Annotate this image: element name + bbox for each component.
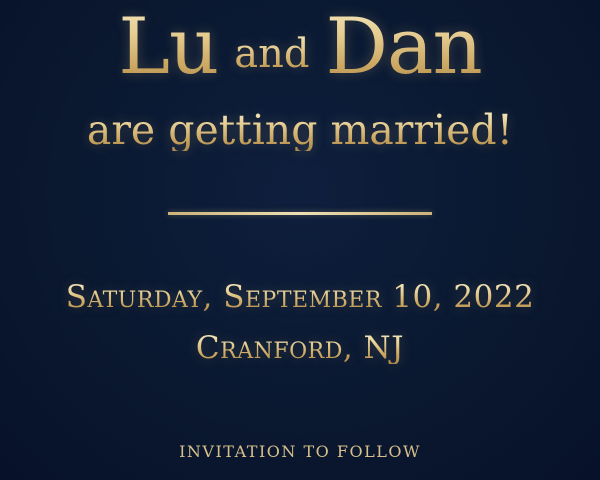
event-date: Saturday, September 10, 2022 [0,282,600,313]
couple-names: Lu and Dan [0,8,600,86]
invitation-note: INVITATION TO FOLLOW [179,442,421,461]
name-second: Dan [325,2,482,92]
save-the-date-card: Lu and Dan are getting married! Saturday, … [0,0,600,480]
announcement-subtitle: are getting married! [0,110,600,151]
name-conjunction: and [234,31,310,77]
name-first: Lu [118,2,219,92]
divider-line [168,212,432,215]
event-location: Cranford, NJ [0,333,600,364]
